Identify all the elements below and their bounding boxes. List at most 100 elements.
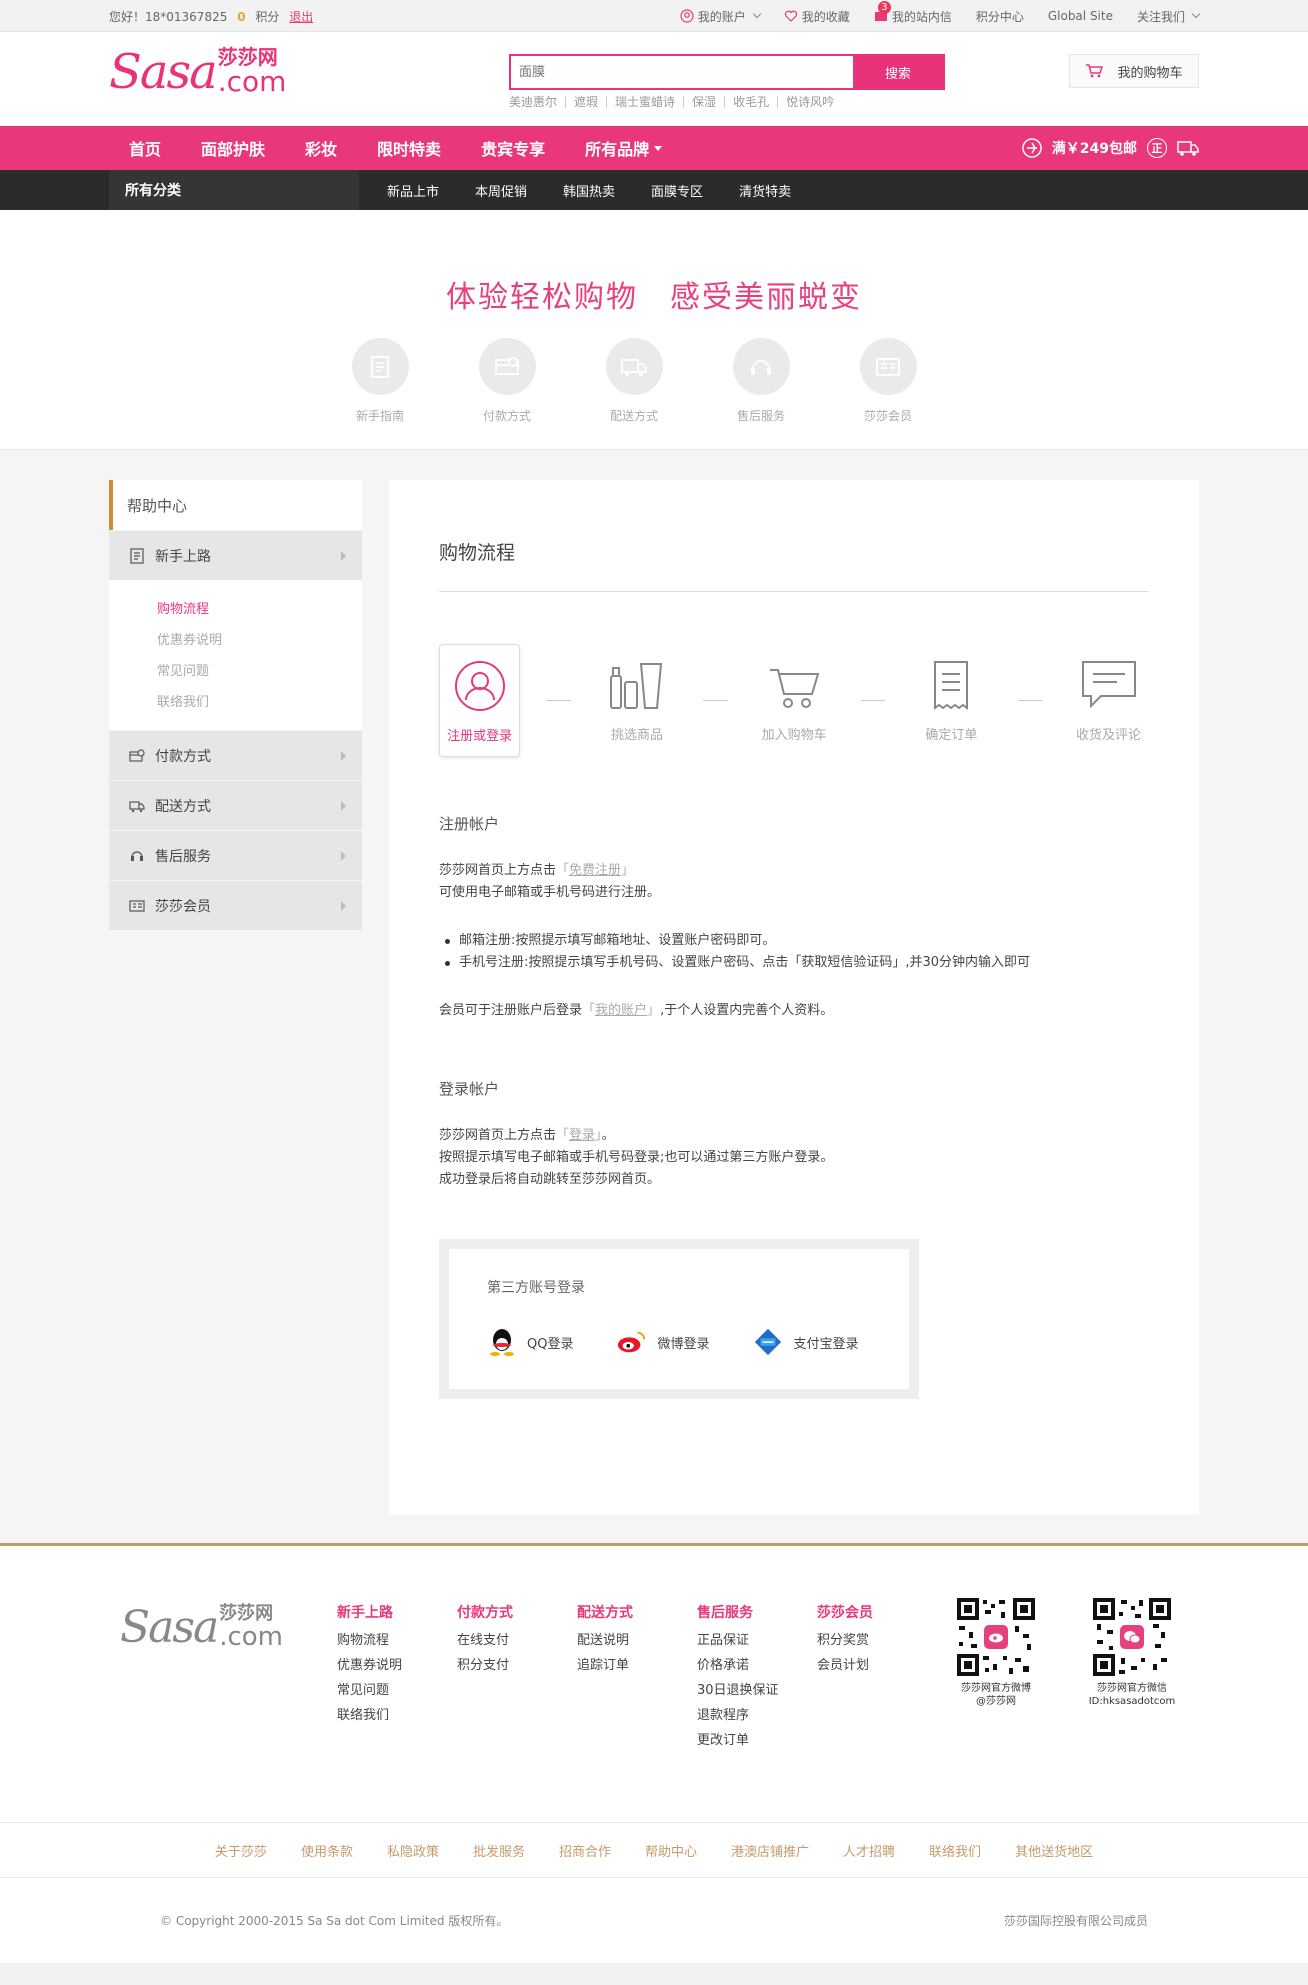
footer-link[interactable]: 价格承诺	[697, 1653, 817, 1678]
sidebar-sub-contact[interactable]: 联络我们	[157, 687, 362, 718]
step-cart[interactable]: 加入购物车	[754, 644, 835, 757]
footer-terms[interactable]: 使用条款	[301, 1841, 353, 1860]
hot-keyword[interactable]: 遮瑕	[565, 96, 606, 108]
nav-skincare[interactable]: 面部护肤	[201, 136, 265, 160]
my-account-link[interactable]: 我的账户	[680, 8, 762, 25]
guide-member[interactable]: 莎莎会员	[859, 338, 917, 424]
my-account-link[interactable]: 我的账户	[595, 1003, 647, 1018]
member-text-b: ,于个人设置内完善个人资料。	[660, 1003, 834, 1018]
step-review[interactable]: 收货及评论	[1068, 644, 1149, 757]
search-input[interactable]	[511, 56, 853, 88]
subnav-clearance[interactable]: 清货特卖	[739, 181, 791, 200]
footer-link[interactable]: 更改订单	[697, 1728, 817, 1753]
hot-keyword[interactable]: 收毛孔	[724, 96, 777, 108]
document-icon	[371, 355, 389, 378]
footer-link[interactable]: 积分奖赏	[817, 1628, 937, 1653]
messages-label: 我的站内信	[891, 9, 952, 24]
messages-link[interactable]: 3 我的站内信	[874, 0, 952, 25]
guide-payment[interactable]: 付款方式	[478, 338, 536, 424]
help-content: 帮助中心 新手上路 购物流程 优惠券说明 常见问题 联络我们 付款方式 配送方式…	[109, 450, 1199, 1543]
footer-link[interactable]: 配送说明	[577, 1628, 697, 1653]
sidebar-item-aftersales[interactable]: 售后服务	[109, 830, 362, 880]
footer-partnership[interactable]: 招商合作	[559, 1841, 611, 1860]
step-confirm[interactable]: 确定订单	[911, 644, 992, 757]
step-divider	[1017, 700, 1043, 701]
footer-link[interactable]: 退款程序	[697, 1703, 817, 1728]
footer-wholesale[interactable]: 批发服务	[473, 1841, 525, 1860]
nav-makeup[interactable]: 彩妆	[305, 136, 337, 160]
footer-link[interactable]: 在线支付	[457, 1628, 577, 1653]
footer-link[interactable]: 联络我们	[337, 1703, 457, 1728]
subnav-korea[interactable]: 韩国热卖	[563, 181, 615, 200]
favorites-link[interactable]: 我的收藏	[784, 8, 850, 25]
points-center-link[interactable]: 积分中心	[976, 8, 1024, 25]
guide-aftersales[interactable]: 售后服务	[732, 338, 790, 424]
sasa-logo[interactable]: Sasa 莎莎网 .com	[109, 46, 286, 96]
qq-login-button[interactable]: QQ登录	[487, 1327, 573, 1357]
footer-contact[interactable]: 联络我们	[929, 1841, 981, 1860]
footer-about[interactable]: 关于莎莎	[215, 1841, 267, 1860]
qr-caption: 莎莎网官方微信	[1097, 1683, 1167, 1694]
sidebar-item-payment[interactable]: 付款方式	[109, 730, 362, 780]
footer-privacy[interactable]: 私隐政策	[387, 1841, 439, 1860]
weibo-icon	[618, 1331, 646, 1353]
all-categories[interactable]: 所有分类	[109, 170, 359, 210]
nav-vip[interactable]: 贵宾专享	[481, 136, 545, 160]
footer-link[interactable]: 常见问题	[337, 1678, 457, 1703]
nav-all-brands[interactable]: 所有品牌	[585, 136, 663, 160]
free-shipping-text: 满￥249包邮	[1051, 141, 1137, 157]
guide-label: 付款方式	[482, 409, 531, 423]
footer-col-title: 售后服务	[697, 1605, 753, 1621]
step-select[interactable]: 挑选商品	[597, 644, 678, 757]
guide-beginner[interactable]: 新手指南	[351, 338, 409, 424]
global-site-link[interactable]: Global Site	[1048, 9, 1113, 23]
cart-button[interactable]: 我的购物车	[1069, 54, 1199, 88]
login-text-end: 。	[601, 1128, 615, 1143]
hot-keyword[interactable]: 保湿	[683, 96, 724, 108]
footer-link[interactable]: 会员计划	[817, 1653, 937, 1678]
sidebar-item-shipping[interactable]: 配送方式	[109, 780, 362, 830]
guide-label: 配送方式	[609, 409, 658, 423]
sidebar-sub-shopping-flow[interactable]: 购物流程	[157, 594, 362, 625]
sidebar-item-beginner[interactable]: 新手上路	[109, 530, 362, 580]
guide-shipping[interactable]: 配送方式	[605, 338, 663, 424]
hot-keyword[interactable]: 瑞士蜜蜡诗	[606, 96, 683, 108]
sidebar-sub-faq[interactable]: 常见问题	[157, 656, 362, 687]
logo-com: .com	[217, 65, 287, 98]
follow-us-link[interactable]: 关注我们	[1137, 8, 1201, 25]
step-register[interactable]: 注册或登录	[439, 644, 521, 757]
footer-link[interactable]: 优惠券说明	[337, 1653, 457, 1678]
footer-hk-stores[interactable]: 港澳店铺推广	[731, 1841, 809, 1860]
free-register-link[interactable]: 免费注册	[569, 863, 621, 878]
weibo-login-button[interactable]: 微博登录	[617, 1327, 709, 1357]
search-button[interactable]: 搜索	[853, 56, 943, 88]
subnav-new[interactable]: 新品上市	[387, 181, 439, 200]
hot-keyword[interactable]: 悦诗风吟	[777, 96, 842, 108]
footer-other-regions[interactable]: 其他送货地区	[1015, 1841, 1093, 1860]
nav-flash-sale[interactable]: 限时特卖	[377, 136, 441, 160]
footer-link[interactable]: 积分支付	[457, 1653, 577, 1678]
footer-link[interactable]: 30日退换保证	[697, 1678, 817, 1703]
subnav-promo[interactable]: 本周促销	[475, 181, 527, 200]
footer-link[interactable]: 正品保证	[697, 1628, 817, 1653]
alipay-login-button[interactable]: 支付宝登录	[753, 1327, 859, 1357]
sidebar-sub-coupon[interactable]: 优惠券说明	[157, 625, 362, 656]
subnav-mask[interactable]: 面膜专区	[651, 181, 703, 200]
chevron-down-icon	[1191, 9, 1201, 19]
footer-logo-wordmark: Sasa	[120, 1602, 219, 1653]
footer-link[interactable]: 追踪订单	[577, 1653, 697, 1678]
nav-home[interactable]: 首页	[129, 136, 161, 160]
card-icon	[129, 748, 145, 762]
logout-link[interactable]: 退出	[289, 10, 313, 24]
favorites-label: 我的收藏	[801, 9, 850, 24]
footer-link[interactable]: 购物流程	[337, 1628, 457, 1653]
hot-keyword[interactable]: 美迪惠尔	[509, 96, 565, 108]
footer-help[interactable]: 帮助中心	[645, 1841, 697, 1860]
sidebar-item-member[interactable]: 莎莎会员	[109, 880, 362, 930]
third-party-title: 第三方账号登录	[487, 1280, 585, 1296]
login-link[interactable]: 登录	[569, 1128, 595, 1143]
help-article: 购物流程 注册或登录 挑选商品 加入购物车 确定订单 收货及评论 注册帐户 莎莎…	[389, 480, 1199, 1515]
weibo-qr: 莎莎网官方微博 @莎莎网	[951, 1598, 1041, 1708]
footer-col-member: 莎莎会员 积分奖赏 会员计划	[817, 1602, 937, 1753]
footer-careers[interactable]: 人才招聘	[843, 1841, 895, 1860]
